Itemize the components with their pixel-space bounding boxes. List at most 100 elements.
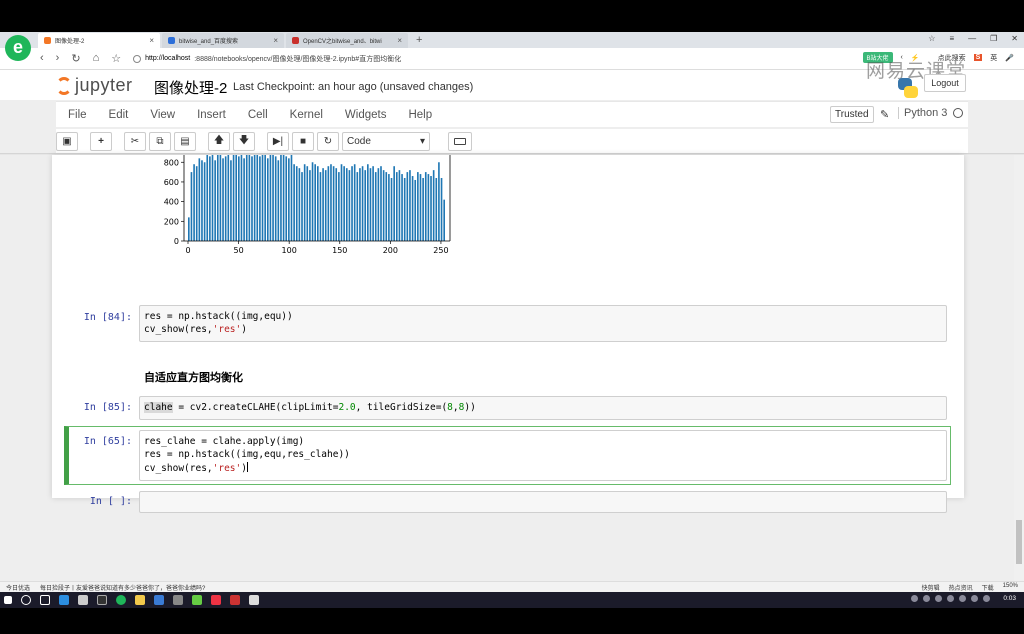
code-cell-65[interactable]: res_clahe = clahe.apply(img) res = np.hs… [139, 430, 947, 481]
y-tick-label: 400 [164, 198, 179, 207]
notebook-toolbar: ▣ + ✂ ⧉ ▤ 🡅 🡇 ▶| ■ ↻ Code ▾ [56, 129, 968, 153]
app-icon[interactable] [154, 595, 164, 605]
histogram-bar [261, 155, 264, 241]
kernel-name[interactable]: Python 3 [898, 107, 947, 119]
tray-icon[interactable] [923, 595, 930, 602]
reload-icon[interactable]: ↻ [71, 52, 80, 65]
ime-language[interactable]: 英 [990, 53, 997, 63]
sogou-ime-icon[interactable]: S [973, 54, 983, 61]
page-scrollbar[interactable] [1014, 155, 1024, 581]
stop-icon[interactable]: ■ [292, 131, 314, 151]
insert-cell-icon[interactable]: + [90, 131, 112, 151]
menu-file[interactable]: File [58, 109, 97, 121]
menu-widgets[interactable]: Widgets [335, 109, 397, 121]
home-icon[interactable]: ⌂ [93, 52, 100, 65]
hot-news[interactable]: 热点资讯 [949, 583, 973, 592]
cell-prompt: In [84]: [83, 312, 132, 323]
ie-icon[interactable] [59, 595, 69, 605]
paste-icon[interactable]: ▤ [174, 131, 196, 151]
app-icon[interactable] [192, 595, 202, 605]
quick-cut[interactable]: 快剪辑 [922, 583, 940, 592]
new-tab-button[interactable]: + [408, 33, 430, 48]
copy-icon[interactable]: ⧉ [149, 131, 171, 151]
folder-icon[interactable] [135, 595, 145, 605]
start-icon[interactable] [4, 596, 12, 604]
close-window-icon[interactable]: ✕ [1011, 34, 1018, 43]
daily-picks[interactable]: 今日优选 [6, 583, 30, 592]
browser-tab-notebook[interactable]: 图像处理-2 × [38, 33, 160, 48]
trusted-indicator[interactable]: Trusted [830, 106, 874, 123]
tray-icon[interactable] [959, 595, 966, 602]
browser-logo-icon[interactable]: e [5, 35, 31, 61]
terminal-icon[interactable] [97, 595, 107, 605]
zoom-level[interactable]: 150% [1003, 583, 1018, 592]
menu-edit[interactable]: Edit [99, 109, 139, 121]
restart-icon[interactable]: ↻ [317, 131, 339, 151]
menu-icon[interactable]: ≡ [949, 34, 954, 43]
volume-icon[interactable] [971, 595, 978, 602]
browser-tab-baidu[interactable]: bitwise_and_百度搜索 × [162, 33, 284, 48]
notebook-name[interactable]: 图像处理-2 [154, 77, 227, 98]
keyboard-shortcuts-icon[interactable] [448, 131, 472, 151]
save-icon[interactable]: ▣ [56, 131, 78, 151]
news-ticker[interactable]: 每日捡段子丨友爱爸爸说知道有多少爸爸你了，爸爸你业绩吗? [40, 583, 205, 592]
minimize-icon[interactable]: — [968, 34, 976, 43]
close-tab-icon[interactable]: × [149, 36, 154, 45]
forward-icon[interactable]: › [56, 52, 60, 65]
histogram-bar [419, 174, 422, 241]
menu-insert[interactable]: Insert [187, 109, 236, 121]
code-cell-84[interactable]: res = np.hstack((img,equ)) cv_show(res,'… [139, 305, 947, 342]
site-info-icon[interactable] [133, 54, 142, 63]
taskbar-clock[interactable]: 0:03 [1003, 595, 1016, 602]
app-icon[interactable] [230, 595, 240, 605]
close-tab-icon[interactable]: × [273, 36, 278, 45]
network-icon[interactable] [983, 595, 990, 602]
tray-icon[interactable] [911, 595, 918, 602]
jupyter-logo[interactable]: jupyter [56, 75, 133, 96]
store-icon[interactable] [78, 595, 88, 605]
close-tab-icon[interactable]: × [397, 36, 402, 45]
app-icon[interactable] [211, 595, 221, 605]
histogram-bar [211, 155, 214, 241]
browser-tab-csdn[interactable]: OpenCV之bitwise_and、bitwi × [286, 33, 408, 48]
status-bar-tools: 快剪辑 热点资讯 下载 150% [922, 583, 1018, 592]
cell-type-select[interactable]: Code ▾ [342, 131, 430, 151]
back-icon[interactable]: ‹ [40, 52, 44, 65]
url-field[interactable]: http://localhost:8888/notebooks/opencv/图… [133, 54, 401, 64]
microphone-icon[interactable]: 🎤 [1005, 54, 1014, 62]
downloads[interactable]: 下载 [982, 583, 994, 592]
scrollbar-thumb[interactable] [1016, 520, 1022, 564]
app-icon[interactable] [249, 595, 259, 605]
menu-help[interactable]: Help [398, 109, 442, 121]
code-cell-85[interactable]: clahe = cv2.createCLAHE(clipLimit=2.0, t… [139, 396, 947, 420]
histogram-bar [330, 164, 332, 241]
histogram-bar [298, 168, 301, 241]
cut-icon[interactable]: ✂ [124, 131, 146, 151]
run-icon[interactable]: ▶| [267, 131, 289, 151]
app-icon[interactable] [173, 595, 183, 605]
histogram-bar [398, 170, 401, 241]
menu-kernel[interactable]: Kernel [280, 109, 333, 121]
markdown-heading[interactable]: 自适应直方图均衡化 [144, 369, 243, 385]
logout-button[interactable]: Logout [924, 74, 966, 92]
empty-code-cell[interactable] [139, 491, 947, 513]
histogram-bar [224, 156, 227, 241]
browser-status-bar: 今日优选 每日捡段子丨友爱爸爸说知道有多少爸爸你了，爸爸你业绩吗? 快剪辑 热点… [0, 581, 1024, 592]
menu-cell[interactable]: Cell [238, 109, 278, 121]
histogram-bar [377, 168, 380, 241]
y-tick-label: 0 [174, 237, 179, 246]
restore-icon[interactable]: ❐ [990, 34, 997, 43]
move-down-icon[interactable]: 🡇 [233, 131, 255, 151]
tray-icon[interactable] [947, 595, 954, 602]
task-view-icon[interactable] [40, 595, 50, 605]
cell-prompt: In [85]: [83, 402, 132, 413]
tray-icon[interactable] [935, 595, 942, 602]
histogram-bar [303, 164, 306, 241]
menu-view[interactable]: View [140, 109, 185, 121]
histogram-bar [340, 164, 343, 241]
browser-app-icon[interactable] [116, 595, 126, 605]
bookmark-star-icon[interactable]: ☆ [111, 52, 121, 65]
move-up-icon[interactable]: 🡅 [208, 131, 230, 151]
search-icon[interactable] [21, 595, 31, 605]
favorites-icon[interactable]: ☆ [928, 34, 935, 43]
